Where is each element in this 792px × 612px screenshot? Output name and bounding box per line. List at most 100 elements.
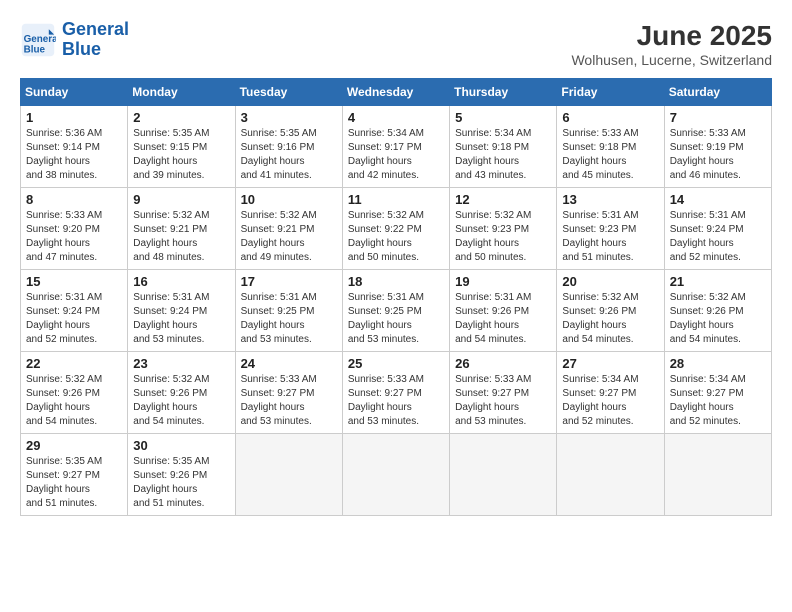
table-row: 16 Sunrise: 5:31 AM Sunset: 9:24 PM Dayl…	[128, 270, 235, 352]
day-info: Sunrise: 5:35 AM Sunset: 9:15 PM Dayligh…	[133, 127, 229, 183]
logo-line2: Blue	[62, 39, 101, 59]
day-info: Sunrise: 5:31 AM Sunset: 9:25 PM Dayligh…	[241, 291, 337, 347]
table-row: 25 Sunrise: 5:33 AM Sunset: 9:27 PM Dayl…	[342, 352, 449, 434]
table-row: 15 Sunrise: 5:31 AM Sunset: 9:24 PM Dayl…	[21, 270, 128, 352]
day-number: 21	[670, 274, 766, 289]
table-row: 20 Sunrise: 5:32 AM Sunset: 9:26 PM Dayl…	[557, 270, 664, 352]
table-row: 26 Sunrise: 5:33 AM Sunset: 9:27 PM Dayl…	[450, 352, 557, 434]
day-number: 18	[348, 274, 444, 289]
table-row: 30 Sunrise: 5:35 AM Sunset: 9:26 PM Dayl…	[128, 434, 235, 516]
day-info: Sunrise: 5:33 AM Sunset: 9:27 PM Dayligh…	[241, 373, 337, 429]
table-row: 4 Sunrise: 5:34 AM Sunset: 9:17 PM Dayli…	[342, 106, 449, 188]
logo-text: General Blue	[62, 20, 129, 60]
day-number: 11	[348, 192, 444, 207]
day-info: Sunrise: 5:31 AM Sunset: 9:24 PM Dayligh…	[670, 209, 766, 265]
day-number: 15	[26, 274, 122, 289]
table-row: 12 Sunrise: 5:32 AM Sunset: 9:23 PM Dayl…	[450, 188, 557, 270]
logo-icon: General Blue	[20, 22, 56, 58]
day-number: 2	[133, 110, 229, 125]
day-info: Sunrise: 5:32 AM Sunset: 9:26 PM Dayligh…	[562, 291, 658, 347]
day-number: 8	[26, 192, 122, 207]
table-row: 2 Sunrise: 5:35 AM Sunset: 9:15 PM Dayli…	[128, 106, 235, 188]
logo: General Blue General Blue	[20, 20, 129, 60]
title-area: June 2025 Wolhusen, Lucerne, Switzerland	[571, 20, 772, 68]
day-info: Sunrise: 5:32 AM Sunset: 9:23 PM Dayligh…	[455, 209, 551, 265]
day-info: Sunrise: 5:31 AM Sunset: 9:24 PM Dayligh…	[26, 291, 122, 347]
day-number: 13	[562, 192, 658, 207]
table-row: 21 Sunrise: 5:32 AM Sunset: 9:26 PM Dayl…	[664, 270, 771, 352]
table-row: 29 Sunrise: 5:35 AM Sunset: 9:27 PM Dayl…	[21, 434, 128, 516]
header-row: Sunday Monday Tuesday Wednesday Thursday…	[21, 79, 772, 106]
day-info: Sunrise: 5:32 AM Sunset: 9:21 PM Dayligh…	[133, 209, 229, 265]
table-row: 19 Sunrise: 5:31 AM Sunset: 9:26 PM Dayl…	[450, 270, 557, 352]
day-number: 30	[133, 438, 229, 453]
table-row: 3 Sunrise: 5:35 AM Sunset: 9:16 PM Dayli…	[235, 106, 342, 188]
day-info: Sunrise: 5:34 AM Sunset: 9:27 PM Dayligh…	[670, 373, 766, 429]
calendar-table: Sunday Monday Tuesday Wednesday Thursday…	[20, 78, 772, 516]
day-info: Sunrise: 5:33 AM Sunset: 9:19 PM Dayligh…	[670, 127, 766, 183]
day-info: Sunrise: 5:34 AM Sunset: 9:27 PM Dayligh…	[562, 373, 658, 429]
calendar-row: 22 Sunrise: 5:32 AM Sunset: 9:26 PM Dayl…	[21, 352, 772, 434]
day-info: Sunrise: 5:31 AM Sunset: 9:23 PM Dayligh…	[562, 209, 658, 265]
col-friday: Friday	[557, 79, 664, 106]
table-row: 5 Sunrise: 5:34 AM Sunset: 9:18 PM Dayli…	[450, 106, 557, 188]
calendar-row: 15 Sunrise: 5:31 AM Sunset: 9:24 PM Dayl…	[21, 270, 772, 352]
table-row: 9 Sunrise: 5:32 AM Sunset: 9:21 PM Dayli…	[128, 188, 235, 270]
day-number: 7	[670, 110, 766, 125]
day-number: 26	[455, 356, 551, 371]
day-info: Sunrise: 5:33 AM Sunset: 9:20 PM Dayligh…	[26, 209, 122, 265]
col-saturday: Saturday	[664, 79, 771, 106]
table-row: 8 Sunrise: 5:33 AM Sunset: 9:20 PM Dayli…	[21, 188, 128, 270]
day-info: Sunrise: 5:31 AM Sunset: 9:25 PM Dayligh…	[348, 291, 444, 347]
day-info: Sunrise: 5:32 AM Sunset: 9:26 PM Dayligh…	[670, 291, 766, 347]
table-row: 10 Sunrise: 5:32 AM Sunset: 9:21 PM Dayl…	[235, 188, 342, 270]
day-number: 29	[26, 438, 122, 453]
day-number: 17	[241, 274, 337, 289]
page-header: General Blue General Blue June 2025 Wolh…	[20, 20, 772, 68]
logo-line1: General	[62, 19, 129, 39]
month-title: June 2025	[571, 20, 772, 52]
day-number: 24	[241, 356, 337, 371]
table-row	[664, 434, 771, 516]
table-row: 17 Sunrise: 5:31 AM Sunset: 9:25 PM Dayl…	[235, 270, 342, 352]
table-row: 7 Sunrise: 5:33 AM Sunset: 9:19 PM Dayli…	[664, 106, 771, 188]
calendar-row: 29 Sunrise: 5:35 AM Sunset: 9:27 PM Dayl…	[21, 434, 772, 516]
day-number: 9	[133, 192, 229, 207]
day-info: Sunrise: 5:34 AM Sunset: 9:18 PM Dayligh…	[455, 127, 551, 183]
day-info: Sunrise: 5:33 AM Sunset: 9:27 PM Dayligh…	[455, 373, 551, 429]
day-number: 25	[348, 356, 444, 371]
day-info: Sunrise: 5:33 AM Sunset: 9:18 PM Dayligh…	[562, 127, 658, 183]
day-number: 16	[133, 274, 229, 289]
day-number: 5	[455, 110, 551, 125]
day-number: 22	[26, 356, 122, 371]
calendar-row: 1 Sunrise: 5:36 AM Sunset: 9:14 PM Dayli…	[21, 106, 772, 188]
day-info: Sunrise: 5:31 AM Sunset: 9:26 PM Dayligh…	[455, 291, 551, 347]
day-info: Sunrise: 5:35 AM Sunset: 9:27 PM Dayligh…	[26, 455, 122, 511]
day-info: Sunrise: 5:32 AM Sunset: 9:26 PM Dayligh…	[133, 373, 229, 429]
table-row: 13 Sunrise: 5:31 AM Sunset: 9:23 PM Dayl…	[557, 188, 664, 270]
day-info: Sunrise: 5:32 AM Sunset: 9:21 PM Dayligh…	[241, 209, 337, 265]
day-number: 14	[670, 192, 766, 207]
day-number: 3	[241, 110, 337, 125]
table-row	[557, 434, 664, 516]
table-row: 1 Sunrise: 5:36 AM Sunset: 9:14 PM Dayli…	[21, 106, 128, 188]
table-row: 14 Sunrise: 5:31 AM Sunset: 9:24 PM Dayl…	[664, 188, 771, 270]
svg-text:General: General	[24, 34, 56, 45]
col-monday: Monday	[128, 79, 235, 106]
table-row: 22 Sunrise: 5:32 AM Sunset: 9:26 PM Dayl…	[21, 352, 128, 434]
table-row: 28 Sunrise: 5:34 AM Sunset: 9:27 PM Dayl…	[664, 352, 771, 434]
day-info: Sunrise: 5:34 AM Sunset: 9:17 PM Dayligh…	[348, 127, 444, 183]
col-thursday: Thursday	[450, 79, 557, 106]
table-row: 27 Sunrise: 5:34 AM Sunset: 9:27 PM Dayl…	[557, 352, 664, 434]
day-number: 20	[562, 274, 658, 289]
table-row: 6 Sunrise: 5:33 AM Sunset: 9:18 PM Dayli…	[557, 106, 664, 188]
day-number: 4	[348, 110, 444, 125]
day-number: 23	[133, 356, 229, 371]
col-wednesday: Wednesday	[342, 79, 449, 106]
day-number: 10	[241, 192, 337, 207]
day-info: Sunrise: 5:32 AM Sunset: 9:26 PM Dayligh…	[26, 373, 122, 429]
day-info: Sunrise: 5:35 AM Sunset: 9:26 PM Dayligh…	[133, 455, 229, 511]
day-number: 12	[455, 192, 551, 207]
col-sunday: Sunday	[21, 79, 128, 106]
svg-text:Blue: Blue	[24, 44, 46, 55]
